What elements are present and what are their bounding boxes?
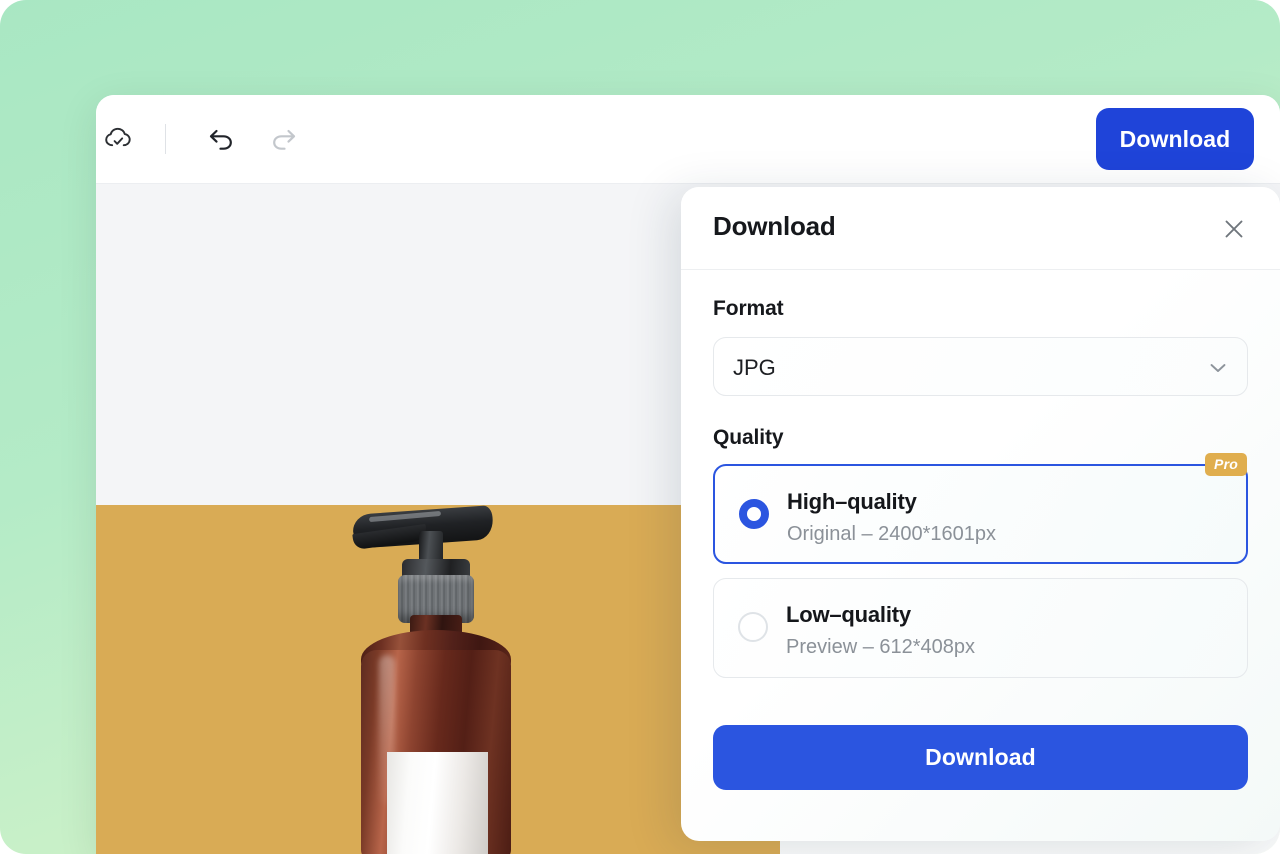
quality-option-title: High–quality	[787, 489, 917, 514]
download-dialog: Download Format JPG Quality High–quality…	[681, 187, 1280, 841]
product-photo[interactable]	[96, 505, 780, 854]
screenshot-frame: Download Download Format JPG Quality Hig…	[0, 0, 1280, 854]
radio-high-quality[interactable]	[739, 499, 769, 529]
format-select-value: JPG	[733, 355, 776, 380]
redo-arrow-icon[interactable]	[267, 122, 301, 156]
editor-toolbar: Download	[96, 95, 1280, 184]
pump-bottle-graphic	[339, 505, 549, 854]
dialog-download-button[interactable]: Download	[713, 725, 1248, 790]
dialog-body: Format JPG Quality High–quality Original…	[681, 297, 1280, 790]
quality-option-subtitle: Preview – 612*408px	[786, 636, 976, 658]
toolbar-download-button[interactable]: Download	[1096, 108, 1254, 170]
undo-arrow-icon[interactable]	[204, 122, 238, 156]
format-select[interactable]: JPG	[713, 337, 1248, 396]
quality-option-subtitle: Original – 2400*1601px	[787, 523, 997, 545]
chevron-down-icon	[1207, 358, 1229, 383]
cloud-check-icon[interactable]	[102, 122, 136, 156]
quality-option-high[interactable]: High–quality Original – 2400*1601px Pro	[713, 453, 1248, 564]
quality-option-low[interactable]: Low–quality Preview – 612*408px	[713, 578, 1248, 678]
close-icon[interactable]	[1218, 213, 1250, 245]
dialog-title: Download	[713, 211, 836, 241]
quality-label: Quality	[713, 426, 784, 449]
bottle-label	[387, 752, 488, 854]
toolbar-divider	[165, 124, 166, 154]
radio-low-quality[interactable]	[738, 612, 768, 642]
dialog-header: Download	[681, 187, 1280, 270]
quality-option-title: Low–quality	[786, 602, 911, 627]
format-label: Format	[713, 297, 784, 320]
pro-badge: Pro	[1205, 453, 1247, 476]
